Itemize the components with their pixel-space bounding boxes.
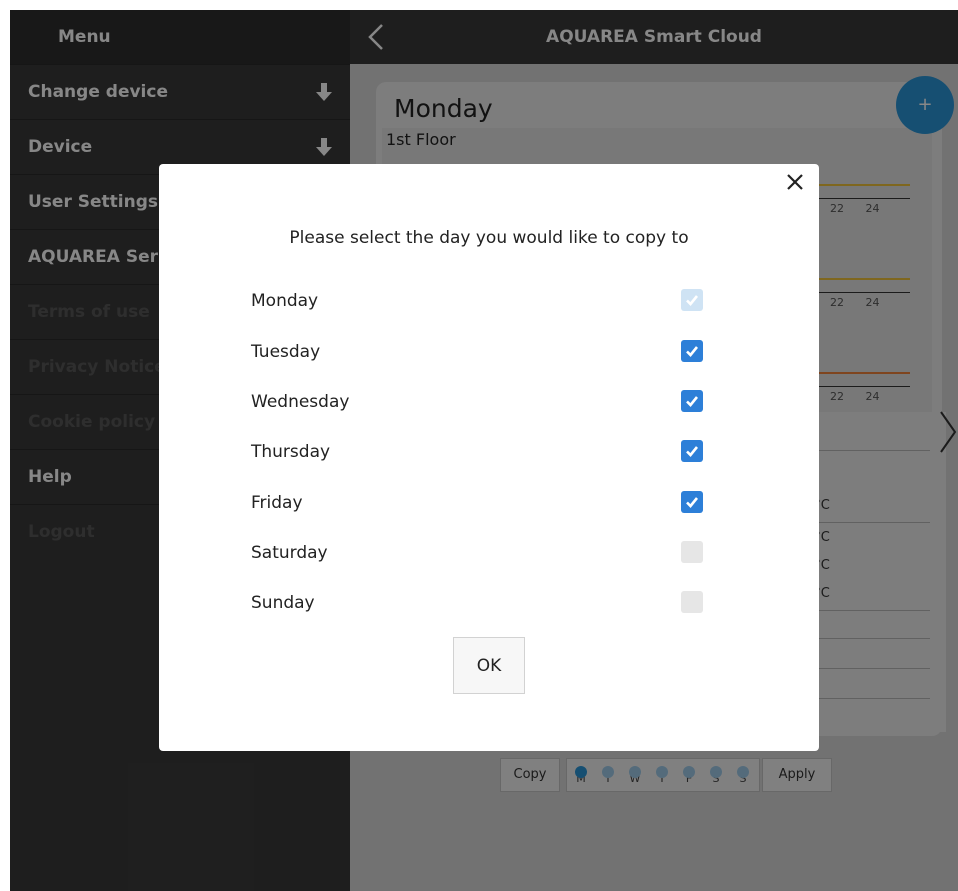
day-checkbox-saturday[interactable] bbox=[681, 541, 703, 563]
day-checkbox-tuesday[interactable] bbox=[681, 340, 703, 362]
day-option-label: Sunday bbox=[251, 593, 315, 613]
day-option-monday: Monday bbox=[251, 288, 711, 318]
day-option-tuesday: Tuesday bbox=[251, 339, 711, 369]
day-checkbox-wednesday[interactable] bbox=[681, 390, 703, 412]
day-option-label: Tuesday bbox=[251, 342, 321, 362]
check-icon bbox=[686, 396, 699, 407]
check-icon bbox=[686, 295, 699, 306]
copy-day-dialog: Please select the day you would like to … bbox=[159, 164, 819, 751]
day-option-label: Friday bbox=[251, 493, 303, 513]
check-icon bbox=[686, 446, 699, 457]
day-option-friday: Friday bbox=[251, 490, 711, 520]
day-option-thursday: Thursday bbox=[251, 439, 711, 469]
day-option-label: Monday bbox=[251, 291, 319, 311]
ok-button[interactable]: OK bbox=[453, 637, 525, 694]
day-option-label: Thursday bbox=[251, 442, 331, 462]
app-window: Menu Change device Device User Settings … bbox=[10, 10, 958, 891]
day-option-sunday: Sunday bbox=[251, 590, 711, 620]
day-checkbox-friday[interactable] bbox=[681, 491, 703, 513]
day-checkbox-monday bbox=[681, 289, 703, 311]
day-option-saturday: Saturday bbox=[251, 540, 711, 570]
day-checkbox-sunday[interactable] bbox=[681, 591, 703, 613]
day-option-label: Saturday bbox=[251, 543, 328, 563]
check-icon bbox=[686, 346, 699, 357]
day-option-wednesday: Wednesday bbox=[251, 389, 711, 419]
day-checkbox-thursday[interactable] bbox=[681, 440, 703, 462]
close-icon[interactable] bbox=[783, 170, 807, 194]
day-option-label: Wednesday bbox=[251, 392, 350, 412]
dialog-title: Please select the day you would like to … bbox=[289, 228, 689, 248]
check-icon bbox=[686, 497, 699, 508]
